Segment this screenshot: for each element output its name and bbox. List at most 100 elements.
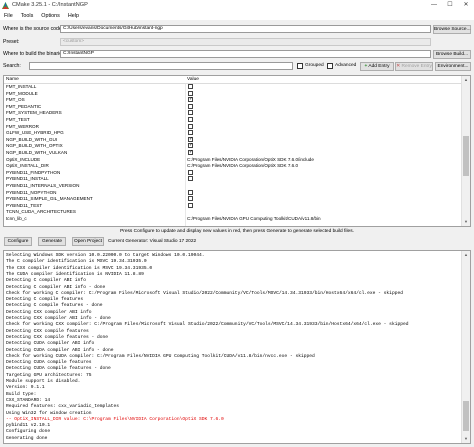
- entry-value[interactable]: C:/Program Files/NVIDIA Corporation/Opti…: [187, 157, 314, 163]
- table-row[interactable]: FMT_TEST: [4, 117, 464, 123]
- table-scrollbar[interactable]: ▲ ▼: [461, 76, 470, 226]
- table-row[interactable]: FMT_OS ✓: [4, 97, 464, 103]
- table-row[interactable]: TCNN_CUDA_ARCHITECTURES: [4, 209, 464, 215]
- table-row[interactable]: FMT_SYSTEM_HEADERS: [4, 110, 464, 116]
- table-row[interactable]: NGP_BUILD_WITH_VULKAN ✓: [4, 150, 464, 156]
- advanced-checkbox[interactable]: [327, 63, 333, 69]
- entry-checkbox[interactable]: [188, 189, 193, 195]
- log-line: Targeting GPU architectures: 75: [6, 372, 92, 378]
- entry-checkbox[interactable]: ✓: [188, 150, 193, 155]
- log-line: Detecting CXX compiler ABI info: [6, 309, 92, 315]
- remove-entry-label: Remove Entry: [401, 64, 432, 69]
- plus-icon: +: [364, 64, 368, 69]
- table-row[interactable]: PYBIND11_TEST: [4, 202, 464, 209]
- entry-name: NGP_BUILD_WITH_GUI: [6, 136, 58, 142]
- entry-checkbox[interactable]: ✓: [188, 136, 193, 142]
- table-row[interactable]: PYBIND11_SIMPLE_GIL_MANAGEMENT: [4, 196, 464, 202]
- entry-value[interactable]: C:/Program Files/NVIDIA Corporation/Opti…: [187, 163, 298, 169]
- log-scroll-thumb[interactable]: [463, 401, 469, 431]
- log-scrollbar[interactable]: ▲ ▼: [461, 251, 470, 443]
- menu-tools[interactable]: Tools: [21, 11, 34, 20]
- entry-name: PYBIND11_INTERNALS_VERSION: [6, 183, 80, 188]
- log-line: Configuring done: [6, 429, 51, 435]
- advanced-label: Advanced: [335, 63, 357, 68]
- entry-name: FMT_TEST: [6, 117, 30, 122]
- entry-checkbox[interactable]: [188, 103, 193, 109]
- search-input[interactable]: [29, 62, 293, 70]
- log-line: Detecting CUDA compiler ABI info: [6, 341, 95, 347]
- log-line: CXX_STANDARD: 14: [6, 397, 51, 403]
- browse-source-button[interactable]: Browse Source...: [433, 25, 471, 34]
- configure-hint: Press Configure to update and display ne…: [120, 229, 354, 234]
- log-line: -- OptiX_INSTALL_DIR value: C:\Program F…: [6, 416, 224, 422]
- close-button[interactable]: ✕: [458, 0, 474, 11]
- entry-checkbox[interactable]: [188, 169, 193, 175]
- table-row[interactable]: PYBIND11_NOPYTHON: [4, 189, 464, 196]
- log-line: Using Win32 for window creation: [6, 410, 92, 416]
- entry-name: TCNN_CUDA_ARCHITECTURES: [6, 209, 76, 215]
- table-row[interactable]: PYBIND11_INSTALL: [4, 176, 464, 182]
- entry-checkbox[interactable]: ✓: [188, 97, 193, 103]
- add-entry-label: Add Entry: [368, 64, 390, 69]
- table-row[interactable]: PYBIND11_FINDPYTHON: [4, 169, 464, 176]
- menu-help[interactable]: Help: [68, 11, 79, 20]
- entry-checkbox[interactable]: [188, 130, 193, 136]
- log-line: Detecting CUDA compiler ABI info - done: [6, 347, 114, 353]
- entry-checkbox[interactable]: [188, 90, 193, 96]
- table-row[interactable]: FMT_PEDANTIC: [4, 103, 464, 110]
- build-path-field[interactable]: C:/InstantNGP: [60, 50, 431, 58]
- scroll-up-icon[interactable]: ▲: [462, 76, 470, 84]
- table-row[interactable]: NGP_BUILD_WITH_OPTIX ✓: [4, 143, 464, 149]
- log-line: Required features: cxx_variadic_template…: [6, 404, 120, 410]
- grouped-checkbox[interactable]: [297, 63, 303, 69]
- build-row: Where to build the binaries: C:/InstantN…: [3, 50, 471, 59]
- entry-checkbox[interactable]: [188, 110, 193, 116]
- entry-checkbox[interactable]: [188, 176, 193, 182]
- entry-name: PYBIND11_FINDPYTHON: [6, 169, 61, 175]
- entry-name: PYBIND11_TEST: [6, 202, 43, 208]
- entry-checkbox[interactable]: ✓: [188, 143, 193, 149]
- table-row[interactable]: OptiX_INSTALL_DIR C:/Program Files/NVIDIA…: [4, 163, 464, 169]
- column-header-name[interactable]: Name: [6, 76, 19, 83]
- log-line: Build type:: [6, 391, 37, 397]
- table-row[interactable]: GLFW_USE_HYBRID_HPG: [4, 130, 464, 136]
- entry-name: OptiX_INCLUDE: [6, 156, 41, 162]
- current-generator: Current Generator: Visual Studio 17 2022: [108, 239, 197, 244]
- table-row[interactable]: PYBIND11_INTERNALS_VERSION: [4, 183, 464, 189]
- preset-label: Preset:: [3, 39, 20, 45]
- log-scroll-down-icon[interactable]: ▼: [462, 435, 470, 443]
- table-row[interactable]: NGP_BUILD_WITH_GUI ✓: [4, 136, 464, 143]
- preset-select[interactable]: <custom>: [60, 38, 431, 46]
- search-row: Search: Grouped Advanced + Add Entry ✕ R…: [3, 62, 471, 71]
- table-row[interactable]: tcnn_lib_c C:/Program Files/NVIDIA GPU Co…: [4, 216, 464, 222]
- table-row[interactable]: FMT_INSTALL: [4, 84, 464, 90]
- configure-button[interactable]: Configure: [4, 237, 32, 246]
- log-scroll-up-icon[interactable]: ▲: [462, 251, 470, 259]
- scroll-down-icon[interactable]: ▼: [462, 218, 470, 226]
- minimize-button[interactable]: —: [426, 0, 442, 11]
- entry-name: PYBIND11_NOPYTHON: [6, 189, 57, 195]
- menu-options[interactable]: Options: [41, 11, 60, 20]
- generate-button[interactable]: Generate: [38, 237, 66, 246]
- browse-build-button[interactable]: Browse Build...: [433, 50, 471, 59]
- environment-button[interactable]: Environment...: [435, 62, 471, 71]
- source-path-field[interactable]: C:/Users/evans/Documents/GitHub/instant-…: [60, 25, 431, 33]
- table-scroll-thumb[interactable]: [463, 136, 469, 176]
- table-row[interactable]: FMT_WERROR: [4, 123, 464, 130]
- remove-entry-button[interactable]: ✕ Remove Entry: [395, 62, 433, 71]
- open-project-button[interactable]: Open Project: [72, 237, 104, 246]
- entry-checkbox[interactable]: [188, 196, 193, 202]
- column-header-value[interactable]: Value: [187, 76, 199, 83]
- table-row[interactable]: FMT_MODULE: [4, 90, 464, 97]
- entry-value[interactable]: C:/Program Files/NVIDIA GPU Computing To…: [187, 216, 321, 222]
- entry-checkbox[interactable]: [188, 123, 193, 129]
- maximize-button[interactable]: ☐: [442, 0, 458, 11]
- add-entry-button[interactable]: + Add Entry: [360, 62, 394, 71]
- entry-checkbox[interactable]: [188, 84, 193, 89]
- grouped-label: Grouped: [305, 63, 324, 68]
- table-row[interactable]: OptiX_INCLUDE C:/Program Files/NVIDIA Cor…: [4, 157, 464, 163]
- entry-checkbox[interactable]: [188, 117, 193, 122]
- menu-file[interactable]: File: [4, 11, 13, 20]
- entry-checkbox[interactable]: [188, 202, 193, 208]
- entry-name: OptiX_INSTALL_DIR: [6, 163, 49, 169]
